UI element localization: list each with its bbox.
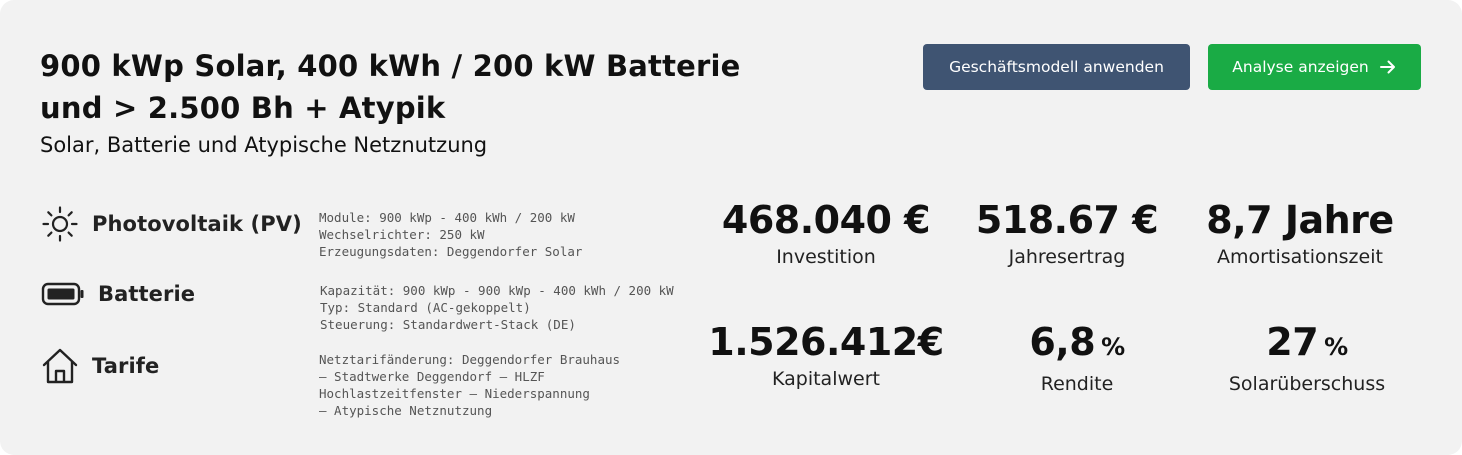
detail-line: Kapazität: 900 kWp - 900 kWp - 400 kWh /…: [320, 283, 674, 298]
detail-line: Typ: Standard (AC-gekoppelt): [320, 300, 531, 315]
metric-unit: %: [1324, 333, 1348, 361]
scenario-card: 900 kWp Solar, 400 kWh / 200 kW Batterie…: [0, 0, 1462, 455]
component-details-battery: Kapazität: 900 kWp - 900 kWp - 400 kWh /…: [320, 282, 674, 333]
scenario-title-line-1: 900 kWp Solar, 400 kWh / 200 kW Batterie: [40, 49, 741, 83]
component-label-battery: Batterie: [98, 282, 196, 306]
scenario-title: 900 kWp Solar, 400 kWh / 200 kW Batterie…: [40, 45, 760, 129]
battery-icon: [40, 274, 86, 314]
metric-label: Rendite: [1040, 373, 1114, 395]
detail-line: Steuerung: Standardwert-Stack (DE): [320, 317, 576, 332]
metric-payback-period: 8,7 Jahre Amortisationszeit: [1180, 198, 1420, 268]
detail-line: Wechselrichter: 250 kW: [319, 227, 485, 242]
metric-return: 6,8% Rendite: [957, 320, 1197, 395]
metric-label: Kapitalwert: [772, 368, 880, 390]
detail-line: Netztarifänderung: Deggendorfer Brauhaus: [319, 352, 621, 367]
house-icon: [40, 346, 80, 386]
metric-value: 8,7 Jahre: [1206, 198, 1394, 242]
arrow-right-icon: [1379, 60, 1395, 74]
metric-value: 27: [1266, 320, 1319, 364]
metric-value: 6,8: [1029, 320, 1096, 364]
detail-line: – Atypische Netznutzung: [319, 403, 493, 418]
metric-value: 468.040 €: [721, 198, 931, 242]
metric-label: Jahresertrag: [1008, 246, 1126, 268]
metric-label: Investition: [776, 246, 876, 268]
component-details-tariffs: Netztarifänderung: Deggendorfer Brauhaus…: [319, 351, 620, 419]
metric-value: 518.67 €: [975, 198, 1159, 242]
detail-line: Module: 900 kWp - 400 kWh / 200 kW: [319, 210, 575, 225]
component-label-tariffs: Tarife: [92, 354, 160, 378]
sun-icon: [40, 204, 80, 244]
show-analysis-button[interactable]: Analyse anzeigen: [1208, 44, 1421, 90]
detail-line: Erzeugungsdaten: Deggendorfer Solar: [319, 244, 583, 259]
apply-business-model-label: Geschäftsmodell anwenden: [949, 58, 1164, 76]
detail-line: Hochlastzeitfenster – Niederspannung: [319, 386, 590, 401]
component-row-battery: Batterie: [40, 274, 195, 314]
metric-investment: 468.040 € Investition: [706, 198, 946, 268]
scenario-title-line-2: und > 2.500 Bh + Atypik: [40, 91, 446, 125]
metric-annual-yield: 518.67 € Jahresertrag: [947, 198, 1187, 268]
metric-solar-surplus: 27% Solarüberschuss: [1187, 320, 1427, 395]
scenario-subtitle: Solar, Batterie und Atypische Netznutzun…: [40, 133, 488, 157]
component-details-pv: Module: 900 kWp - 400 kWh / 200 kW Wechs…: [319, 209, 582, 260]
metric-value: 1.526.412€: [708, 320, 944, 364]
apply-business-model-button[interactable]: Geschäftsmodell anwenden: [923, 44, 1190, 90]
metric-label: Amortisationszeit: [1217, 246, 1383, 268]
detail-line: – Stadtwerke Deggendorf – HLZF: [319, 369, 545, 384]
metric-net-present-value: 1.526.412€ Kapitalwert: [706, 320, 946, 390]
show-analysis-label: Analyse anzeigen: [1232, 58, 1369, 76]
component-row-tariffs: Tarife: [40, 346, 159, 386]
component-label-pv: Photovoltaik (PV): [92, 212, 302, 236]
metric-label: Solarüberschuss: [1228, 373, 1386, 395]
component-row-pv: Photovoltaik (PV): [40, 204, 302, 244]
metric-unit: %: [1101, 333, 1125, 361]
